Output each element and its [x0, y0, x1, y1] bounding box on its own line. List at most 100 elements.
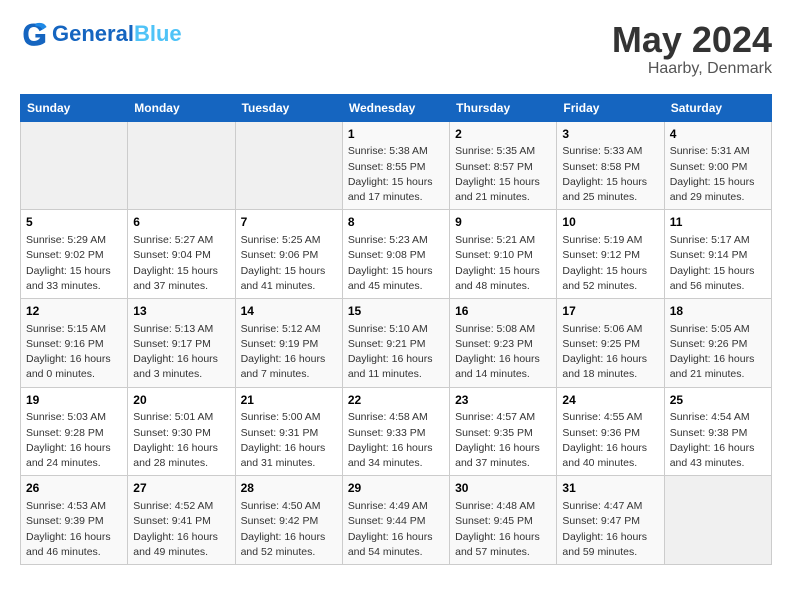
day-number: 28	[241, 480, 337, 497]
logo-text: GeneralBlue	[52, 22, 182, 46]
day-number: 11	[670, 214, 766, 231]
day-number: 7	[241, 214, 337, 231]
day-info: Sunrise: 5:15 AMSunset: 9:16 PMDaylight:…	[26, 322, 122, 383]
calendar-week-4: 19Sunrise: 5:03 AMSunset: 9:28 PMDayligh…	[21, 387, 772, 476]
day-number: 23	[455, 392, 551, 409]
calendar-cell: 22Sunrise: 4:58 AMSunset: 9:33 PMDayligh…	[342, 387, 449, 476]
page-header: GeneralBlue May 2024 Haarby, Denmark	[20, 20, 772, 78]
day-info: Sunrise: 5:38 AMSunset: 8:55 PMDaylight:…	[348, 144, 444, 205]
header-saturday: Saturday	[664, 94, 771, 121]
calendar-cell: 20Sunrise: 5:01 AMSunset: 9:30 PMDayligh…	[128, 387, 235, 476]
calendar-cell: 21Sunrise: 5:00 AMSunset: 9:31 PMDayligh…	[235, 387, 342, 476]
calendar-cell: 4Sunrise: 5:31 AMSunset: 9:00 PMDaylight…	[664, 121, 771, 210]
day-number: 5	[26, 214, 122, 231]
day-info: Sunrise: 4:50 AMSunset: 9:42 PMDaylight:…	[241, 499, 337, 560]
calendar-week-1: 1Sunrise: 5:38 AMSunset: 8:55 PMDaylight…	[21, 121, 772, 210]
day-info: Sunrise: 4:48 AMSunset: 9:45 PMDaylight:…	[455, 499, 551, 560]
calendar-cell: 14 Sunrise: 5:12 AMSunset: 9:19 PMDayligh…	[235, 298, 342, 387]
calendar-cell: 5 Sunrise: 5:29 AMSunset: 9:02 PMDaylight…	[21, 210, 128, 299]
day-info: Sunrise: 5:12 AMSunset: 9:19 PMDaylight:…	[241, 322, 337, 383]
day-number: 15	[348, 303, 444, 320]
calendar-cell: 13 Sunrise: 5:13 AMSunset: 9:17 PMDayligh…	[128, 298, 235, 387]
day-number: 21	[241, 392, 337, 409]
calendar-week-2: 5 Sunrise: 5:29 AMSunset: 9:02 PMDaylight…	[21, 210, 772, 299]
day-number: 9	[455, 214, 551, 231]
calendar-cell: 27 Sunrise: 4:52 AMSunset: 9:41 PMDayligh…	[128, 476, 235, 565]
calendar-cell	[664, 476, 771, 565]
calendar-cell: 10 Sunrise: 5:19 AMSunset: 9:12 PMDayligh…	[557, 210, 664, 299]
header-sunday: Sunday	[21, 94, 128, 121]
calendar-cell: 2Sunrise: 5:35 AMSunset: 8:57 PMDaylight…	[450, 121, 557, 210]
logo-blue: Blue	[134, 21, 182, 46]
calendar-cell: 19Sunrise: 5:03 AMSunset: 9:28 PMDayligh…	[21, 387, 128, 476]
calendar-cell: 18Sunrise: 5:05 AMSunset: 9:26 PMDayligh…	[664, 298, 771, 387]
calendar-cell: 29Sunrise: 4:49 AMSunset: 9:44 PMDayligh…	[342, 476, 449, 565]
day-info: Sunrise: 4:58 AMSunset: 9:33 PMDaylight:…	[348, 410, 444, 471]
day-info: Sunrise: 5:21 AMSunset: 9:10 PMDaylight:…	[455, 233, 551, 294]
logo-icon	[20, 20, 48, 48]
header-tuesday: Tuesday	[235, 94, 342, 121]
day-number: 6	[133, 214, 229, 231]
day-number: 2	[455, 126, 551, 143]
calendar-cell: 3Sunrise: 5:33 AMSunset: 8:58 PMDaylight…	[557, 121, 664, 210]
calendar-table: SundayMondayTuesdayWednesdayThursdayFrid…	[20, 94, 772, 565]
day-info: Sunrise: 4:57 AMSunset: 9:35 PMDaylight:…	[455, 410, 551, 471]
calendar-cell: 25Sunrise: 4:54 AMSunset: 9:38 PMDayligh…	[664, 387, 771, 476]
day-info: Sunrise: 5:23 AMSunset: 9:08 PMDaylight:…	[348, 233, 444, 294]
calendar-cell: 28 Sunrise: 4:50 AMSunset: 9:42 PMDayligh…	[235, 476, 342, 565]
calendar-cell: 12Sunrise: 5:15 AMSunset: 9:16 PMDayligh…	[21, 298, 128, 387]
calendar-cell: 9 Sunrise: 5:21 AMSunset: 9:10 PMDaylight…	[450, 210, 557, 299]
day-info: Sunrise: 4:54 AMSunset: 9:38 PMDaylight:…	[670, 410, 766, 471]
header-friday: Friday	[557, 94, 664, 121]
day-number: 14	[241, 303, 337, 320]
day-number: 1	[348, 126, 444, 143]
day-info: Sunrise: 5:19 AMSunset: 9:12 PMDaylight:…	[562, 233, 658, 294]
calendar-cell: 26Sunrise: 4:53 AMSunset: 9:39 PMDayligh…	[21, 476, 128, 565]
day-number: 30	[455, 480, 551, 497]
calendar-cell: 1Sunrise: 5:38 AMSunset: 8:55 PMDaylight…	[342, 121, 449, 210]
day-number: 26	[26, 480, 122, 497]
day-info: Sunrise: 5:01 AMSunset: 9:30 PMDaylight:…	[133, 410, 229, 471]
subtitle: Haarby, Denmark	[612, 60, 772, 78]
title-block: May 2024 Haarby, Denmark	[612, 20, 772, 78]
day-number: 27	[133, 480, 229, 497]
day-info: Sunrise: 4:52 AMSunset: 9:41 PMDaylight:…	[133, 499, 229, 560]
day-number: 29	[348, 480, 444, 497]
day-info: Sunrise: 5:05 AMSunset: 9:26 PMDaylight:…	[670, 322, 766, 383]
day-number: 3	[562, 126, 658, 143]
day-info: Sunrise: 5:29 AMSunset: 9:02 PMDaylight:…	[26, 233, 122, 294]
day-info: Sunrise: 5:08 AMSunset: 9:23 PMDaylight:…	[455, 322, 551, 383]
calendar-cell: 6 Sunrise: 5:27 AMSunset: 9:04 PMDaylight…	[128, 210, 235, 299]
header-monday: Monday	[128, 94, 235, 121]
day-number: 22	[348, 392, 444, 409]
calendar-cell: 24Sunrise: 4:55 AMSunset: 9:36 PMDayligh…	[557, 387, 664, 476]
calendar-cell: 31 Sunrise: 4:47 AMSunset: 9:47 PMDayligh…	[557, 476, 664, 565]
calendar-week-3: 12Sunrise: 5:15 AMSunset: 9:16 PMDayligh…	[21, 298, 772, 387]
day-info: Sunrise: 5:27 AMSunset: 9:04 PMDaylight:…	[133, 233, 229, 294]
day-info: Sunrise: 5:25 AMSunset: 9:06 PMDaylight:…	[241, 233, 337, 294]
day-info: Sunrise: 5:13 AMSunset: 9:17 PMDaylight:…	[133, 322, 229, 383]
header-wednesday: Wednesday	[342, 94, 449, 121]
logo: GeneralBlue	[20, 20, 182, 48]
day-info: Sunrise: 4:47 AMSunset: 9:47 PMDaylight:…	[562, 499, 658, 560]
day-number: 20	[133, 392, 229, 409]
calendar-cell: 30 Sunrise: 4:48 AMSunset: 9:45 PMDayligh…	[450, 476, 557, 565]
day-number: 10	[562, 214, 658, 231]
calendar-cell	[128, 121, 235, 210]
day-number: 17	[562, 303, 658, 320]
calendar-cell: 15Sunrise: 5:10 AMSunset: 9:21 PMDayligh…	[342, 298, 449, 387]
day-number: 16	[455, 303, 551, 320]
day-info: Sunrise: 5:31 AMSunset: 9:00 PMDaylight:…	[670, 144, 766, 205]
header-thursday: Thursday	[450, 94, 557, 121]
calendar-cell: 7 Sunrise: 5:25 AMSunset: 9:06 PMDaylight…	[235, 210, 342, 299]
day-number: 13	[133, 303, 229, 320]
calendar-cell	[235, 121, 342, 210]
day-number: 8	[348, 214, 444, 231]
calendar-cell	[21, 121, 128, 210]
day-number: 31	[562, 480, 658, 497]
day-info: Sunrise: 5:17 AMSunset: 9:14 PMDaylight:…	[670, 233, 766, 294]
day-info: Sunrise: 4:55 AMSunset: 9:36 PMDaylight:…	[562, 410, 658, 471]
day-number: 25	[670, 392, 766, 409]
day-info: Sunrise: 5:33 AMSunset: 8:58 PMDaylight:…	[562, 144, 658, 205]
logo-general: General	[52, 21, 134, 46]
